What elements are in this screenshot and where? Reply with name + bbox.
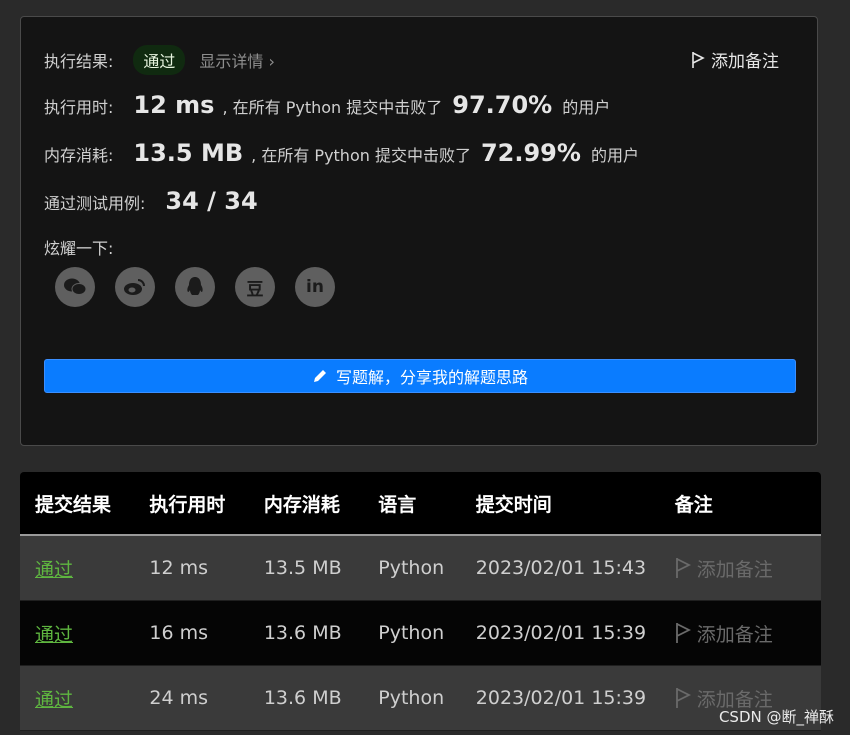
tests-row: 通过测试用例: 34 / 34	[44, 187, 258, 215]
share-icons: 豆 in	[55, 267, 335, 307]
qq-icon[interactable]	[175, 267, 215, 307]
submitted-cell: 2023/02/01 15:43	[475, 557, 647, 579]
result-label: 执行结果:	[44, 52, 114, 71]
watermark: CSDN @断_禅酥	[718, 708, 834, 726]
memory-label: 内存消耗:	[44, 146, 114, 165]
language-cell: Python	[378, 622, 445, 644]
memory-value: 13.5 MB	[133, 139, 244, 167]
submissions-table: 提交结果 执行用时 内存消耗 语言 提交时间 备注 通过 12 ms 13.5 …	[20, 472, 821, 731]
runtime-label: 执行用时:	[44, 98, 114, 117]
memory-suffix: 的用户	[590, 146, 639, 165]
linkedin-icon[interactable]: in	[295, 267, 335, 307]
add-note-label: 添加备注	[696, 623, 773, 646]
header-language[interactable]: 语言	[378, 490, 476, 517]
table-row: 通过 16 ms 13.6 MB Python 2023/02/01 15:39…	[20, 601, 821, 666]
pencil-icon	[313, 370, 326, 382]
result-card: 执行结果: 通过 显示详情 › 添加备注 执行用时: 12 ms , 在所有 P…	[20, 16, 818, 446]
memory-text: , 在所有 Python 提交中击败了	[251, 146, 471, 165]
memory-row: 内存消耗: 13.5 MB , 在所有 Python 提交中击败了 72.99%…	[44, 139, 639, 167]
runtime-percent: 97.70%	[452, 91, 553, 119]
language-cell: Python	[378, 687, 445, 709]
runtime-cell: 12 ms	[149, 557, 209, 579]
runtime-text: , 在所有 Python 提交中击败了	[222, 98, 443, 117]
write-solution-label: 写题解，分享我的解题思路	[335, 368, 528, 387]
header-memory[interactable]: 内存消耗	[264, 490, 378, 517]
wechat-icon[interactable]	[55, 267, 95, 307]
submitted-cell: 2023/02/01 15:39	[475, 622, 647, 644]
linkedin-glyph: in	[306, 277, 324, 297]
flag-icon	[692, 51, 705, 68]
show-details-link[interactable]: 显示详情 ›	[199, 48, 275, 72]
status-link[interactable]: 通过	[20, 620, 149, 647]
submitted-cell: 2023/02/01 15:39	[475, 687, 647, 709]
page: 执行结果: 通过 显示详情 › 添加备注 执行用时: 12 ms , 在所有 P…	[0, 0, 850, 735]
flag-icon	[675, 558, 691, 578]
douban-glyph: 豆	[246, 279, 264, 300]
memory-cell: 13.6 MB	[263, 687, 342, 709]
table-row: 通过 12 ms 13.5 MB Python 2023/02/01 15:43…	[20, 536, 821, 601]
tests-label: 通过测试用例:	[44, 194, 146, 213]
runtime-cell: 24 ms	[149, 687, 209, 709]
status-link[interactable]: 通过	[20, 555, 149, 582]
memory-cell: 13.6 MB	[263, 622, 342, 644]
runtime-value: 12 ms	[133, 91, 215, 119]
add-note-cell[interactable]: 添加备注	[671, 555, 821, 582]
weibo-icon[interactable]	[115, 267, 155, 307]
runtime-suffix: 的用户	[562, 98, 611, 117]
flag-icon	[675, 688, 691, 708]
runtime-row: 执行用时: 12 ms , 在所有 Python 提交中击败了 97.70% 的…	[44, 91, 610, 119]
tests-value: 34 / 34	[165, 187, 258, 215]
write-solution-button[interactable]: 写题解，分享我的解题思路	[44, 359, 796, 393]
status-badge: 通过	[133, 45, 186, 75]
result-row: 执行结果: 通过 显示详情 ›	[44, 45, 275, 75]
add-note-label: 添加备注	[711, 52, 779, 72]
header-result[interactable]: 提交结果	[20, 490, 149, 517]
share-row: 炫耀一下:	[44, 235, 113, 259]
runtime-cell: 16 ms	[149, 622, 209, 644]
memory-cell: 13.5 MB	[263, 557, 342, 579]
table-header: 提交结果 执行用时 内存消耗 语言 提交时间 备注	[20, 472, 821, 536]
add-note-label: 添加备注	[696, 558, 773, 581]
table-row: 通过 24 ms 13.6 MB Python 2023/02/01 15:39…	[20, 666, 821, 731]
header-time[interactable]: 提交时间	[476, 490, 671, 517]
share-label: 炫耀一下:	[44, 239, 114, 258]
language-cell: Python	[378, 557, 445, 579]
memory-percent: 72.99%	[480, 139, 581, 167]
flag-icon	[675, 623, 691, 643]
header-runtime[interactable]: 执行用时	[149, 490, 263, 517]
douban-icon[interactable]: 豆	[235, 267, 275, 307]
add-note-button[interactable]: 添加备注	[691, 47, 779, 72]
header-note: 备注	[674, 493, 713, 516]
status-link[interactable]: 通过	[20, 685, 149, 712]
add-note-cell[interactable]: 添加备注	[671, 620, 821, 647]
